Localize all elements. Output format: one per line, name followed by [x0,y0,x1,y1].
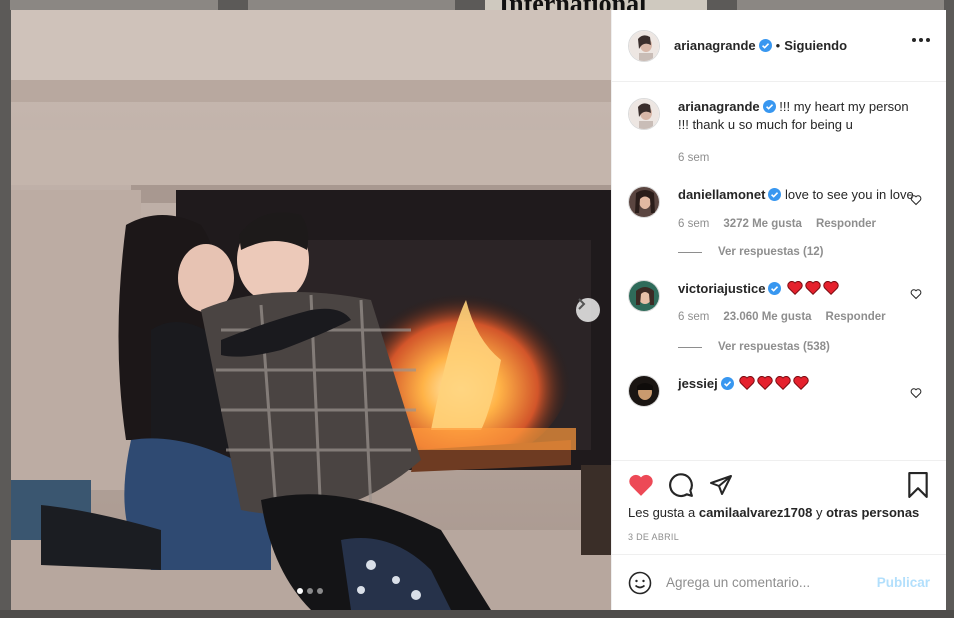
heart-icon[interactable] [910,288,922,300]
post-side-panel: arianagrande • Siguiendo arianagrande !!… [611,10,946,610]
author-avatar[interactable] [628,29,660,62]
publish-button[interactable]: Publicar [877,575,930,590]
commenter-username[interactable]: jessiej [678,376,718,391]
red-heart-emoji-icon [757,376,774,390]
red-heart-emoji-icon [775,376,792,390]
view-replies-button[interactable]: Ver respuestas (538) [678,341,914,353]
comment-icon[interactable] [668,472,694,498]
caption: arianagrande !!! my heart my person !!! … [628,98,930,164]
add-comment-bar: Publicar [612,554,946,610]
carousel-indicator [297,588,323,594]
post-header: arianagrande • Siguiendo [612,10,946,82]
photo-illustration [11,10,611,610]
share-icon[interactable] [708,473,734,497]
background-headline: International [485,0,707,10]
like-heart-icon[interactable] [628,473,654,497]
view-replies-label: Ver respuestas (12) [718,246,824,258]
caption-username[interactable]: arianagrande [678,99,760,114]
view-replies-label: Ver respuestas (538) [718,341,830,353]
comment-time[interactable]: 6 sem [678,310,709,325]
liked-by-user[interactable]: camilaalvarez1708 [699,505,812,520]
carousel-dot [307,588,313,594]
caption-avatar[interactable] [628,98,660,130]
reply-button[interactable]: Responder [816,218,876,230]
heart-icon[interactable] [910,387,922,399]
commenter-username[interactable]: victoriajustice [678,281,765,296]
background-tile [736,0,944,10]
liked-by-connector: y [815,505,823,520]
chevron-right-icon [578,298,586,310]
carousel-next-button[interactable] [576,298,600,322]
comment-text: love to see you in love [785,187,914,202]
background-feed-strip: International [0,0,954,10]
red-heart-emoji-icon [739,376,756,390]
post-photo[interactable] [11,10,611,610]
red-heart-emoji-icon [787,281,803,295]
bookmark-icon[interactable] [906,472,930,498]
header-separator: • [775,38,781,53]
red-heart-emoji-icon [793,376,810,390]
comment-hearts [737,376,810,391]
comment-input[interactable] [666,575,877,590]
commenter-username[interactable]: daniellamonet [678,187,765,202]
verified-badge-icon [762,100,776,113]
comments-list: arianagrande !!! my heart my person !!! … [612,82,946,460]
comment: victoriajustice 6 sem 23.060 Me gusta Re… [628,280,930,353]
background-feed-bottom [0,610,954,618]
commenter-avatar[interactable] [628,186,660,218]
comment-likes[interactable]: 3272 Me gusta [723,218,802,230]
verified-badge-icon [768,282,782,295]
emoji-icon[interactable] [628,571,652,595]
view-replies-button[interactable]: Ver respuestas (12) [678,246,914,258]
comment: jessiej [628,375,930,407]
verified-badge-icon [720,377,734,390]
carousel-dot [297,588,303,594]
comment: daniellamonet love to see you in love 6 … [628,186,930,258]
reply-button[interactable]: Responder [826,310,886,325]
follow-status-button[interactable]: Siguiendo [784,38,847,53]
comment-likes[interactable]: 23.060 Me gusta [723,310,811,325]
post-date[interactable]: 3 DE ABRIL [628,532,930,542]
commenter-avatar[interactable] [628,280,660,312]
post-actions: Les gusta a camilaalvarez1708 y otras pe… [612,460,946,554]
commenter-avatar[interactable] [628,375,660,407]
verified-badge-icon [768,188,782,201]
more-options-icon[interactable] [912,38,930,42]
background-tile [247,0,455,10]
post-modal: arianagrande • Siguiendo arianagrande !!… [11,10,946,610]
author-username[interactable]: arianagrande [674,38,756,53]
liked-by-prefix: Les gusta a [628,505,696,520]
carousel-dot [317,588,323,594]
background-tile [10,0,218,10]
red-heart-emoji-icon [823,281,839,295]
liked-by-text: Les gusta a camilaalvarez1708 y otras pe… [628,505,930,520]
verified-badge-icon [758,39,772,52]
heart-icon[interactable] [910,194,922,206]
red-heart-emoji-icon [805,281,821,295]
comment-hearts [785,281,839,296]
liked-by-others[interactable]: otras personas [826,505,919,520]
caption-time[interactable]: 6 sem [678,152,709,164]
comment-time[interactable]: 6 sem [678,218,709,230]
